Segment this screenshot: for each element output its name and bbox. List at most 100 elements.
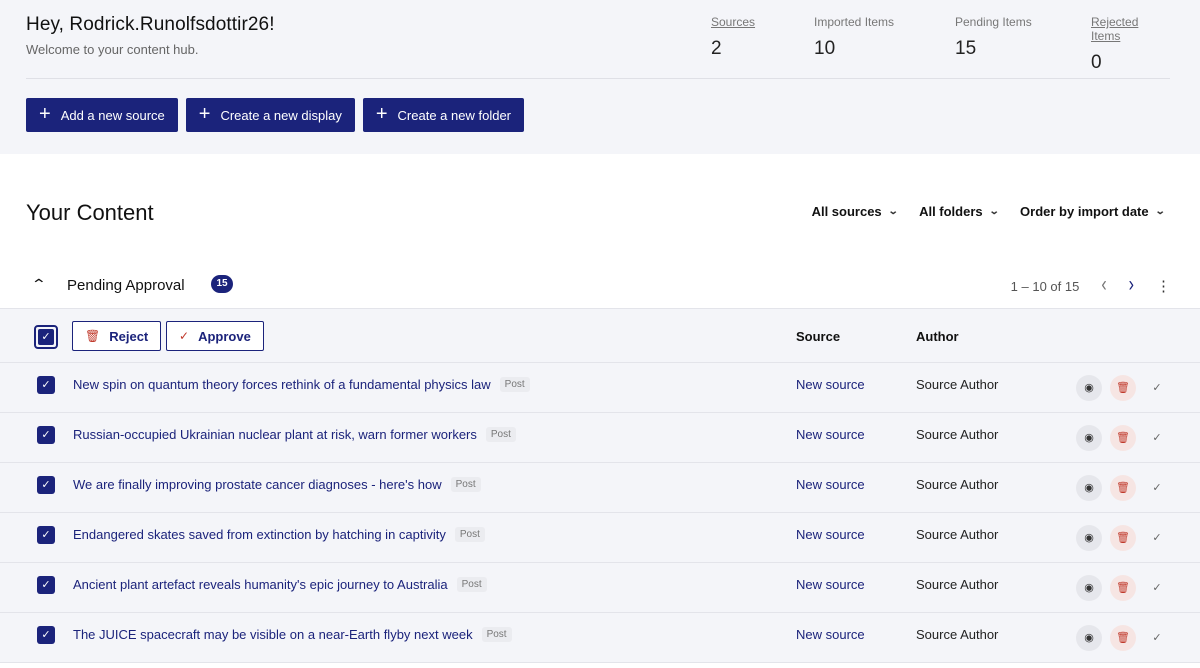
count-badge: 15 [211,275,233,293]
button-label: Reject [109,328,149,344]
more-options-icon[interactable]: ⋮ [1156,277,1171,295]
filter-label: Order by import date [1020,204,1149,219]
button-label: Create a new display [220,107,342,123]
row-title-group: New spin on quantum theory forces rethin… [73,377,530,392]
stat-value: 15 [955,38,977,59]
content-title-link[interactable]: Russian-occupied Ukrainian nuclear plant… [73,427,477,442]
check-icon[interactable]: ✓ [1144,475,1170,501]
greeting-title: Hey, Rodrick.Runolfsdottir26! [26,14,275,35]
row-title-group: Ancient plant artefact reveals humanity'… [73,577,487,592]
author-text: Source Author [916,627,999,642]
add-source-button[interactable]: + Add a new source [26,98,178,132]
check-icon[interactable]: ✓ [1144,525,1170,551]
filter-label: All sources [811,204,882,219]
row-checkbox[interactable]: ✓ [37,476,55,494]
eye-icon[interactable]: ◉ [1076,625,1102,651]
eye-icon[interactable]: ◉ [1076,525,1102,551]
stat-value: 2 [711,38,722,59]
trash-icon[interactable]: 🗑︎ [1110,475,1136,501]
pagination: 1 – 10 of 15 ‹ › ⋮ [1011,274,1171,297]
row-title-group: Russian-occupied Ukrainian nuclear plant… [73,427,516,442]
pending-section-header: ⌃ Pending Approval 15 1 – 10 of 15 ‹ › ⋮ [0,264,1200,309]
table-row: ✓ Ancient plant artefact reveals humanit… [0,563,1200,613]
source-link[interactable]: New source [796,577,865,592]
stat-rejected-items[interactable]: Rejected Items 0 [1091,15,1170,74]
select-all-checkbox[interactable]: ✓ [34,325,58,349]
order-by-dropdown[interactable]: Order by import date ⌄ [1020,204,1166,219]
stat-sources[interactable]: Sources 2 [711,15,755,60]
dashboard-header: Hey, Rodrick.Runolfsdottir26! Welcome to… [0,0,1200,154]
filter-label: All folders [919,204,983,219]
stat-value: 10 [814,38,836,59]
trash-icon[interactable]: 🗑︎ [1110,575,1136,601]
trash-icon[interactable]: 🗑︎ [1110,525,1136,551]
eye-icon[interactable]: ◉ [1076,425,1102,451]
type-tag: Post [454,527,485,542]
chevron-right-icon[interactable]: › [1129,274,1134,297]
check-icon[interactable]: ✓ [1144,375,1170,401]
stat-imported-items: Imported Items 10 [814,15,894,60]
stat-label[interactable]: Sources [711,15,755,29]
chevron-down-icon: ⌄ [988,206,1000,217]
source-link[interactable]: New source [796,427,865,442]
row-title-group: We are finally improving prostate cancer… [73,477,481,492]
chevron-down-icon: ⌄ [887,206,899,217]
button-label: Create a new folder [397,107,511,123]
trash-icon[interactable]: 🗑︎ [1110,375,1136,401]
content-title-link[interactable]: Endangered skates saved from extinction … [73,527,446,542]
button-label: Approve [198,328,251,344]
column-header-source: Source [796,329,841,344]
content-title-link[interactable]: The JUICE spacecraft may be visible on a… [73,627,473,642]
stat-label: Pending Items [955,15,1032,29]
author-text: Source Author [916,477,999,492]
row-checkbox[interactable]: ✓ [37,376,55,394]
row-title-group: The JUICE spacecraft may be visible on a… [73,627,512,642]
eye-icon[interactable]: ◉ [1076,575,1102,601]
source-link[interactable]: New source [796,377,865,392]
check-icon[interactable]: ✓ [1144,625,1170,651]
stat-label[interactable]: Rejected Items [1091,15,1170,43]
stats-bar: Sources 2 Imported Items 10 Pending Item… [711,15,1170,73]
source-link[interactable]: New source [796,627,865,642]
content-title-link[interactable]: Ancient plant artefact reveals humanity'… [73,577,448,592]
content-header: Your Content All sources ⌄ All folders ⌄… [0,154,1200,264]
source-link[interactable]: New source [796,527,865,542]
row-checkbox[interactable]: ✓ [37,626,55,644]
create-folder-button[interactable]: + Create a new folder [362,98,524,132]
chevron-left-icon[interactable]: ‹ [1101,274,1106,297]
row-title-group: Endangered skates saved from extinction … [73,527,485,542]
content-title: Your Content [26,200,154,225]
content-title-link[interactable]: New spin on quantum theory forces rethin… [73,377,491,392]
check-icon[interactable]: ✓ [1144,425,1170,451]
check-icon[interactable]: ✓ [1144,575,1170,601]
trash-icon[interactable]: 🗑︎ [1110,625,1136,651]
button-label: Add a new source [60,107,165,123]
trash-icon[interactable]: 🗑︎ [1110,425,1136,451]
content-title-link[interactable]: We are finally improving prostate cancer… [73,477,442,492]
filter-sources-dropdown[interactable]: All sources ⌄ [811,204,899,219]
table-row: ✓ Russian-occupied Ukrainian nuclear pla… [0,413,1200,463]
chevron-down-icon: ⌄ [1154,206,1166,217]
check-icon: ✓ [179,329,190,343]
greeting-block: Hey, Rodrick.Runolfsdottir26! Welcome to… [26,14,275,57]
source-link[interactable]: New source [796,477,865,492]
row-checkbox[interactable]: ✓ [37,576,55,594]
approve-button[interactable]: ✓ Approve [166,321,264,351]
row-checkbox[interactable]: ✓ [37,426,55,444]
reject-button[interactable]: 🗑︎ Reject [72,321,162,351]
type-tag: Post [450,477,481,492]
type-tag: Post [481,627,512,642]
stat-pending-items: Pending Items 15 [955,15,1032,60]
filter-bar: All sources ⌄ All folders ⌄ Order by imp… [811,204,1166,219]
eye-icon[interactable]: ◉ [1076,375,1102,401]
row-checkbox[interactable]: ✓ [37,526,55,544]
create-display-button[interactable]: + Create a new display [185,98,355,132]
check-icon: ✓ [38,329,54,345]
type-tag: Post [485,427,516,442]
filter-folders-dropdown[interactable]: All folders ⌄ [919,204,1000,219]
chevron-up-icon[interactable]: ⌃ [31,276,47,293]
eye-icon[interactable]: ◉ [1076,475,1102,501]
table-row: ✓ The JUICE spacecraft may be visible on… [0,613,1200,663]
plus-icon: + [375,103,388,125]
bulk-actions-row: ✓ 🗑︎ Reject ✓ Approve Source Author [0,309,1200,363]
